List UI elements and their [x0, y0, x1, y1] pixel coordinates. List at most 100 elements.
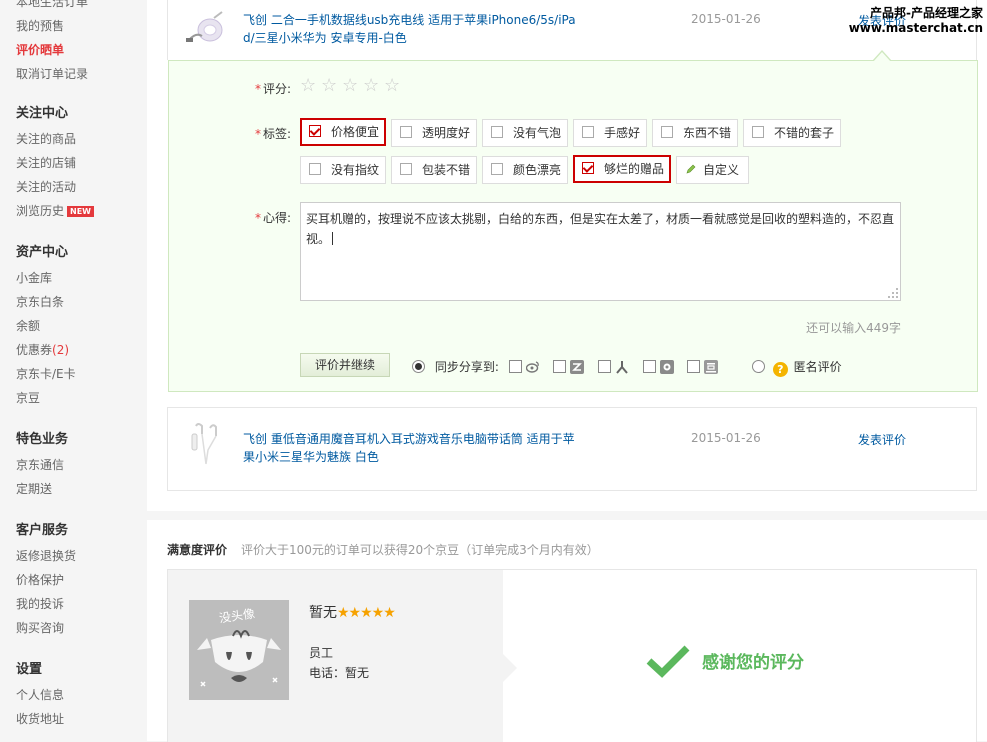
sidebar-item-profile[interactable]: 个人信息: [16, 683, 64, 707]
sidebar-item-coupons-label: 优惠券: [16, 343, 53, 357]
watermark-line1: 产品邦-产品经理之家: [870, 6, 983, 20]
score-label-text: 评分:: [263, 82, 292, 96]
star-rating[interactable]: ☆ ☆ ☆ ☆ ☆: [300, 77, 405, 95]
card-pointer: [503, 654, 517, 682]
star-icon-5[interactable]: ☆: [384, 77, 401, 95]
sidebar-item-followed-products[interactable]: 关注的商品: [16, 127, 94, 151]
anonymous-label: 匿名评价: [793, 360, 842, 374]
comment-label-text: 心得:: [263, 211, 292, 225]
tags-label: * 标签:: [255, 125, 291, 142]
sidebar-item-cancelled-orders[interactable]: 取消订单记录: [16, 62, 88, 86]
tag-no-bubbles[interactable]: 没有气泡: [482, 119, 568, 147]
sidebar-order-section: 本地生活订单 我的预售 评价晒单 取消订单记录: [16, 0, 88, 86]
product-title-link[interactable]: 飞创 重低音通用魔音耳机入耳式游戏音乐电脑带话筒 适用于苹 果小米三星华为魅族 …: [243, 430, 583, 466]
text-cursor: [332, 232, 334, 245]
share-kaixin-checkbox[interactable]: [642, 360, 656, 373]
star-icon-1[interactable]: ☆: [300, 77, 317, 95]
sidebar-item-reviews[interactable]: 评价晒单: [16, 38, 88, 62]
usb-cable-thumbnail[interactable]: [184, 10, 228, 50]
share-label: 同步分享到:: [434, 360, 499, 374]
tag-good-feel[interactable]: 手感好: [573, 119, 647, 147]
score-label: * 评分:: [255, 80, 291, 97]
sidebar-heading-follow: 关注中心: [16, 106, 69, 121]
sidebar-heading-special: 特色业务: [16, 432, 69, 447]
employee-star-rating[interactable]: ★★★★★: [337, 605, 396, 621]
star-icon-4[interactable]: ☆: [363, 77, 380, 95]
sidebar-item-subscription[interactable]: 定期送: [16, 477, 68, 501]
custom-tag-button[interactable]: 自定义: [676, 156, 749, 184]
sidebar-item-balance[interactable]: 余额: [16, 314, 76, 338]
tag-price-cheap[interactable]: 价格便宜: [300, 118, 386, 146]
sidebar-item-followed-shops[interactable]: 关注的店铺: [16, 151, 94, 175]
sidebar-item-telecom[interactable]: 京东通信: [16, 453, 68, 477]
watermark: 产品邦-产品经理之家 www.masterchat.cn: [849, 6, 983, 36]
product-row: 飞创 重低音通用魔音耳机入耳式游戏音乐电脑带话筒 适用于苹 果小米三星华为魅族 …: [167, 407, 977, 491]
employee-role: 员工: [309, 646, 334, 660]
main-content: 飞创 二合一手机数据线usb充电线 适用于苹果iPhone6/5s/iPa d/…: [147, 0, 987, 742]
tag-checkbox[interactable]: [661, 126, 673, 138]
question-icon[interactable]: ?: [772, 362, 788, 377]
tag-transparency[interactable]: 透明度好: [391, 119, 477, 147]
sidebar-item-history[interactable]: 浏览历史 NEW: [16, 199, 94, 223]
sidebar-special-section: 特色业务 京东通信 定期送: [16, 428, 68, 501]
sidebar-item-presale[interactable]: 我的预售: [16, 14, 88, 38]
tag-checkbox[interactable]: [752, 126, 764, 138]
tag-label: 东西不错: [683, 126, 732, 140]
sidebar-item-consult[interactable]: 购买咨询: [16, 616, 76, 640]
tag-good-item[interactable]: 东西不错: [652, 119, 738, 147]
watermark-line2: www.masterchat.cn: [848, 21, 983, 35]
sidebar-item-jingdou[interactable]: 京豆: [16, 386, 76, 410]
sync-share-radio[interactable]: [412, 360, 425, 373]
share-qzone-checkbox[interactable]: [553, 360, 567, 373]
sidebar-assets-section: 资产中心 小金库 京东白条 余额 优惠券(2) 京东卡/E卡 京豆: [16, 241, 76, 410]
sidebar-item-vault[interactable]: 小金库: [16, 266, 76, 290]
sidebar-item-returns[interactable]: 返修退换货: [16, 544, 76, 568]
earphones-thumbnail[interactable]: [182, 420, 226, 470]
tag-checkbox[interactable]: [309, 163, 321, 175]
required-mark: *: [255, 211, 261, 225]
share-renren-checkbox[interactable]: [598, 360, 612, 373]
sidebar-item-coupons[interactable]: 优惠券(2): [16, 338, 76, 362]
sidebar-item-local-orders[interactable]: 本地生活订单: [16, 0, 88, 14]
coupon-count: (2): [52, 343, 70, 357]
sidebar-item-address[interactable]: 收货地址: [16, 707, 64, 731]
tag-label: 手感好: [604, 126, 641, 140]
tag-checkbox[interactable]: [491, 126, 503, 138]
tag-label: 价格便宜: [331, 125, 380, 139]
product-title-line1: 飞创 重低音通用魔音耳机入耳式游戏音乐电脑带话筒 适用于苹: [243, 432, 575, 446]
share-weibo-checkbox[interactable]: [508, 360, 522, 373]
required-mark: *: [255, 82, 261, 96]
tag-checkbox[interactable]: [582, 162, 594, 174]
share-options: 同步分享到:: [412, 358, 719, 375]
sidebar-item-giftcard[interactable]: 京东卡/E卡: [16, 362, 76, 386]
tag-good-packaging[interactable]: 包装不错: [391, 156, 477, 184]
tag-checkbox[interactable]: [309, 125, 321, 137]
product-title-link[interactable]: 飞创 二合一手机数据线usb充电线 适用于苹果iPhone6/5s/iPa d/…: [243, 11, 583, 47]
star-icon-2[interactable]: ☆: [321, 77, 338, 95]
section-divider: [147, 511, 987, 520]
pencil-icon: [685, 158, 697, 174]
sidebar-item-complaints[interactable]: 我的投诉: [16, 592, 76, 616]
tag-checkbox[interactable]: [491, 163, 503, 175]
tag-no-fingerprints[interactable]: 没有指纹: [300, 156, 386, 184]
resize-grip-icon[interactable]: [887, 287, 899, 299]
tag-nice-color[interactable]: 颜色漂亮: [482, 156, 568, 184]
submit-review-button[interactable]: 评价并继续: [300, 353, 390, 377]
weibo-icon: [525, 360, 540, 374]
product-date: 2015-01-26: [691, 12, 761, 26]
comment-textarea[interactable]: 买耳机赠的，按理说不应该太挑剔，白给的东西，但是实在太差了，材质一看就感觉是回收…: [300, 202, 901, 301]
sidebar-service-section: 客户服务 返修退换货 价格保护 我的投诉 购买咨询: [16, 519, 76, 640]
sidebar-item-followed-events[interactable]: 关注的活动: [16, 175, 94, 199]
sidebar-item-baitiao[interactable]: 京东白条: [16, 290, 76, 314]
share-douban-checkbox[interactable]: [687, 360, 701, 373]
tag-nice-case[interactable]: 不错的套子: [743, 119, 841, 147]
post-review-link[interactable]: 发表评价: [858, 431, 906, 448]
tag-checkbox[interactable]: [400, 163, 412, 175]
tag-checkbox[interactable]: [582, 126, 594, 138]
tag-checkbox[interactable]: [400, 126, 412, 138]
sidebar-item-price-protect[interactable]: 价格保护: [16, 568, 76, 592]
anonymous-radio[interactable]: [752, 360, 765, 373]
star-icon-3[interactable]: ☆: [342, 77, 359, 95]
comment-label: * 心得:: [255, 209, 291, 226]
tag-bad-gift[interactable]: 够烂的赠品: [573, 155, 671, 183]
